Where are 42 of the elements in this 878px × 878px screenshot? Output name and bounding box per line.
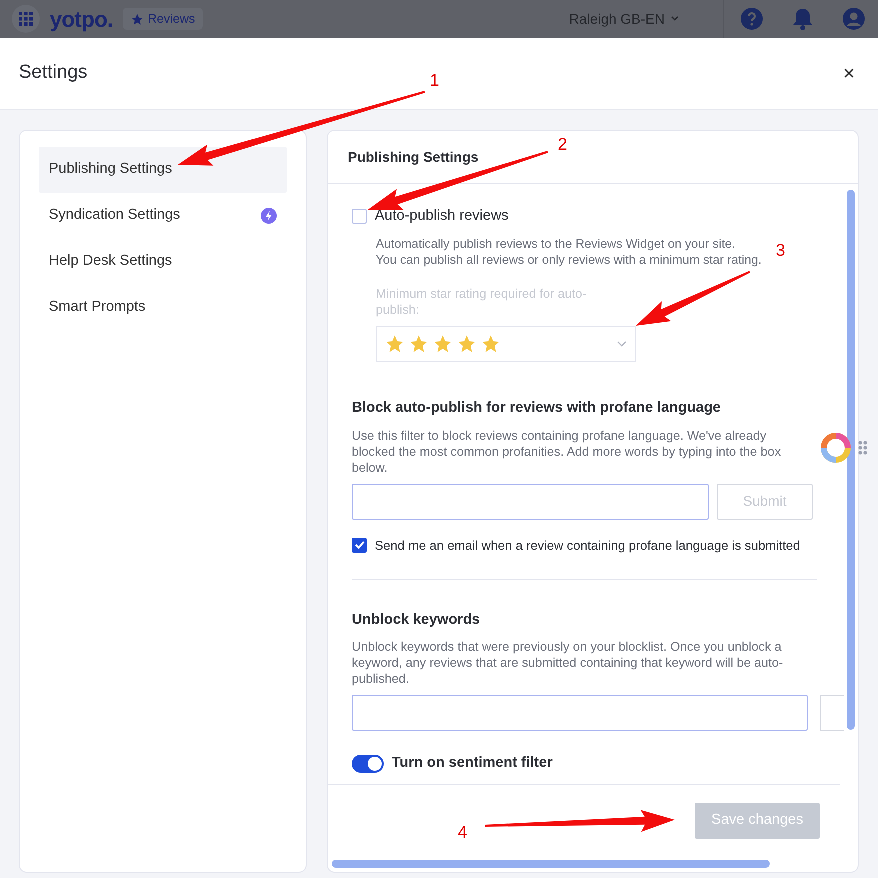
star-icon — [385, 334, 405, 354]
checkbox-label: Auto-publish reviews — [375, 207, 509, 226]
description-text: Use this filter to block reviews containing profane language. We've already blocked the most common profanities. Add more words by typing into the box below. — [352, 428, 782, 476]
sidebar-item[interactable]: Help Desk Settings — [39, 239, 287, 285]
sidebar-item[interactable]: Smart Prompts — [39, 285, 287, 331]
toggle-switch[interactable] — [352, 755, 384, 774]
star-icon — [433, 334, 453, 354]
section-heading: Block auto-publish for reviews with profane language — [352, 398, 722, 418]
modal-title: Settings — [19, 61, 88, 86]
star-icon — [457, 334, 477, 354]
star-icon — [131, 12, 144, 26]
help-icon[interactable] — [740, 7, 764, 31]
user-avatar-icon[interactable] — [842, 7, 866, 31]
toggle-label: Turn on sentiment filter — [392, 754, 553, 774]
horizontal-scrollbar[interactable] — [332, 860, 770, 868]
annotation-number: 2 — [558, 135, 568, 154]
description-text: Automatically publish reviews to the Reviews Widget on your site. You can publish all reviews or only reviews with a minimum star rating. — [376, 236, 762, 268]
text-input-field[interactable] — [352, 484, 709, 520]
star-icon — [481, 334, 501, 354]
panel-title: Publishing Settings — [348, 148, 479, 167]
annotation-number: 1 — [430, 71, 440, 90]
star-icon — [409, 334, 429, 354]
chevron-down-icon — [617, 340, 627, 347]
rating-label: Minimum star rating required for auto-publish: — [376, 286, 588, 318]
apps-grid-icon[interactable] — [12, 5, 40, 33]
star-rating-dropdown[interactable] — [376, 326, 636, 362]
vertical-scrollbar[interactable] — [847, 190, 855, 730]
checkbox[interactable] — [352, 538, 367, 553]
notification-bell-icon[interactable] — [792, 7, 814, 31]
sidebar-item[interactable]: Syndication Settings — [39, 193, 287, 239]
sidebar-label: Syndication Settings — [49, 206, 180, 226]
drag-handle-icon[interactable] — [858, 440, 868, 456]
description-text: Unblock keywords that were previously on your blocklist. Once you unblock a keyword, any reviews that are submitted containing that keyword will be auto-published. — [352, 639, 784, 688]
section-heading: Unblock keywords — [352, 610, 482, 630]
assistant-ring-icon[interactable] — [820, 432, 852, 464]
annotation-number: 4 — [458, 823, 468, 842]
annotation-number: 3 — [776, 241, 786, 260]
sidebar-item[interactable]: Publishing Settings — [39, 147, 287, 193]
checkbox-label: Send me an email when a review containing profane language is submitted — [375, 536, 800, 555]
text-input-field[interactable] — [352, 695, 808, 732]
caret-icon — [671, 16, 679, 22]
close-button[interactable]: × — [839, 58, 859, 88]
